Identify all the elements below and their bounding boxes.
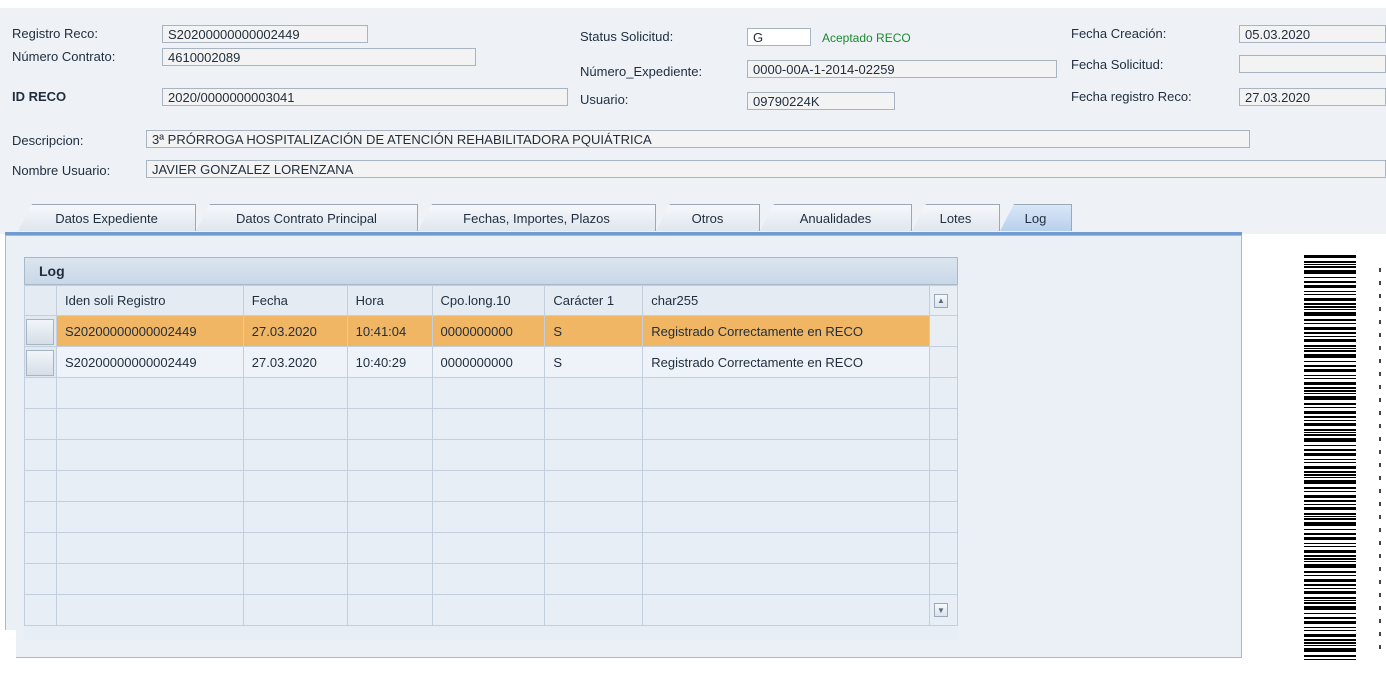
cell-iden-soli-registro: S20200000000002449 — [55, 346, 244, 378]
scrollbar-track[interactable] — [928, 315, 959, 347]
barcode-caption — [1379, 268, 1381, 649]
fecha-solicitud-label: Fecha Solicitud: — [1071, 57, 1164, 72]
tab-datos-contrato-principal[interactable]: Datos Contrato Principal — [196, 204, 418, 231]
cell-hora: 10:40:29 — [346, 346, 433, 378]
id-reco-field[interactable]: 2020/0000000003041 — [162, 88, 568, 106]
descripcion-label: Descripcion: — [12, 133, 84, 148]
table-row[interactable]: S20200000000002449 27.03.2020 10:41:04 0… — [24, 315, 959, 347]
row-selector[interactable] — [24, 315, 57, 347]
empty-row — [24, 532, 959, 564]
empty-row — [24, 439, 959, 471]
row-selector[interactable] — [24, 346, 57, 378]
barcode-icon — [1304, 255, 1356, 660]
table-row[interactable]: S20200000000002449 27.03.2020 10:40:29 0… — [24, 346, 959, 378]
log-table-title: Log — [24, 257, 958, 285]
empty-row — [24, 408, 959, 440]
numero-contrato-label: Número Contrato: — [12, 49, 116, 64]
app-window: Registro Reco: S20200000000002449 Número… — [0, 0, 1386, 678]
scrollbar-track[interactable] — [928, 346, 959, 378]
cell-iden-soli-registro: S20200000000002449 — [55, 315, 244, 347]
empty-row — [24, 501, 959, 533]
fecha-registro-reco-field[interactable]: 27.03.2020 — [1239, 88, 1386, 106]
fecha-creacion-label: Fecha Creación: — [1071, 26, 1167, 41]
status-solicitud-field[interactable]: G — [747, 28, 811, 46]
nombre-usuario-label: Nombre Usuario: — [12, 163, 111, 178]
cell-fecha: 27.03.2020 — [242, 315, 348, 347]
column-header-iden-soli-registro[interactable]: Iden soli Registro — [55, 285, 244, 316]
id-reco-label: ID RECO — [12, 89, 67, 104]
fecha-solicitud-field[interactable] — [1239, 55, 1386, 73]
numero-expediente-label: Número_Expediente: — [580, 64, 703, 79]
cell-caracter: S — [544, 315, 644, 347]
scroll-up-icon[interactable]: ▲ — [933, 293, 948, 308]
numero-expediente-field[interactable]: 0000-00A-1-2014-02259 — [747, 60, 1057, 78]
status-solicitud-label: Status Solicitud: — [580, 29, 674, 44]
crop-edge — [0, 630, 16, 678]
cell-fecha: 27.03.2020 — [242, 346, 348, 378]
scroll-up-cell: ▲ — [928, 285, 959, 316]
descripcion-field[interactable]: 3ª PRÓRROGA HOSPITALIZACIÓN DE ATENCIÓN … — [146, 130, 1250, 148]
cell-char255: Registrado Correctamente en RECO — [642, 315, 930, 347]
registro-reco-field[interactable]: S20200000000002449 — [162, 25, 368, 43]
cell-char255: Registrado Correctamente en RECO — [642, 346, 930, 378]
tab-otros[interactable]: Otros — [656, 204, 760, 231]
empty-row — [24, 470, 959, 502]
cell-cpo-long: 0000000000 — [431, 346, 546, 378]
empty-row — [24, 563, 959, 595]
tab-fechas-importes-plazos[interactable]: Fechas, Importes, Plazos — [418, 204, 656, 231]
column-header-cpo-long[interactable]: Cpo.long.10 — [431, 285, 546, 316]
empty-row — [24, 377, 959, 409]
numero-contrato-field[interactable]: 4610002089 — [162, 48, 476, 66]
scroll-down-icon[interactable]: ▼ — [933, 603, 948, 617]
registro-reco-label: Registro Reco: — [12, 26, 98, 41]
cell-caracter: S — [544, 346, 644, 378]
fecha-registro-reco-label: Fecha registro Reco: — [1071, 89, 1192, 104]
scroll-down-cell: ▼ — [928, 594, 959, 626]
tab-datos-expediente[interactable]: Datos Expediente — [18, 204, 196, 231]
column-header-fecha[interactable]: Fecha — [242, 285, 348, 316]
status-accepted-text: Aceptado RECO — [822, 31, 911, 45]
log-table: Iden soli Registro Fecha Hora Cpo.long.1… — [24, 285, 959, 640]
fecha-creacion-field[interactable]: 05.03.2020 — [1239, 25, 1386, 43]
cell-cpo-long: 0000000000 — [431, 315, 546, 347]
usuario-field[interactable]: 09790224K — [747, 92, 895, 110]
tab-anualidades[interactable]: Anualidades — [760, 204, 912, 231]
column-header-selector — [24, 285, 57, 316]
empty-row: ▼ — [24, 594, 959, 626]
cell-hora: 10:41:04 — [346, 315, 433, 347]
nombre-usuario-field[interactable]: JAVIER GONZALEZ LORENZANA — [146, 160, 1386, 178]
tab-lotes[interactable]: Lotes — [912, 204, 1000, 231]
usuario-label: Usuario: — [580, 92, 629, 107]
column-header-caracter[interactable]: Carácter 1 — [544, 285, 644, 316]
column-header-hora[interactable]: Hora — [346, 285, 433, 316]
column-header-char255[interactable]: char255 — [642, 285, 930, 316]
